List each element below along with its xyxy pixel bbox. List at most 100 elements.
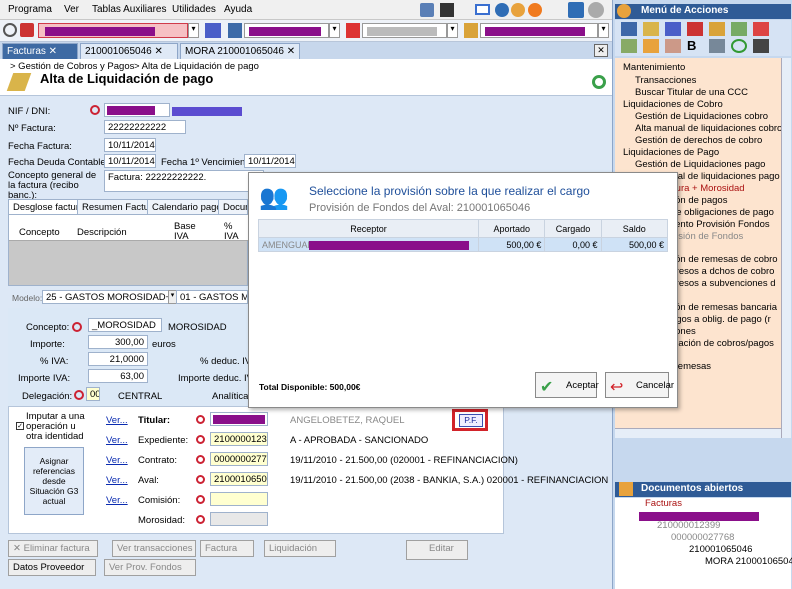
menu-item-mant-provision[interactable]: imiento Provisión Fondos	[663, 219, 770, 230]
menu-group-liquidaciones-cobro[interactable]: Liquidaciones de Cobro	[623, 99, 723, 110]
col-receptor[interactable]: Receptor	[258, 219, 479, 238]
aceptar-button[interactable]: ✔ Aceptar	[535, 372, 599, 398]
importe-input[interactable]: 300,00	[88, 335, 148, 349]
search-icon[interactable]	[196, 455, 205, 464]
star-icon[interactable]	[643, 39, 659, 53]
tree-node-expediente[interactable]: 210000012399	[657, 520, 720, 531]
gear-icon[interactable]	[588, 2, 604, 18]
ver-comision-link[interactable]: Ver...	[106, 495, 128, 506]
menu-item-cargos-oblig[interactable]: cargos a oblig. de pago (r	[663, 314, 771, 325]
eliminar-factura-button[interactable]: ✕ Eliminar factura	[8, 540, 98, 557]
menu-item-buscar-titular[interactable]: Buscar Titular de una CCC	[635, 87, 748, 98]
fecha-deuda-input[interactable]: 10/11/2014	[104, 154, 156, 168]
chevron-down-icon[interactable]: ▾	[329, 23, 340, 38]
person-icon[interactable]	[621, 22, 637, 36]
search-icon[interactable]	[196, 495, 205, 504]
contrato-input[interactable]: 000000027768	[210, 452, 268, 466]
modelo-select[interactable]: 25 - GASTOS MOROSIDAD+F...	[42, 290, 170, 304]
person-icon[interactable]	[20, 23, 34, 37]
tab-facturas[interactable]: Facturas ✕	[2, 43, 78, 59]
fecha-venc-input[interactable]: 10/11/2014	[244, 154, 296, 168]
folder-icon[interactable]	[228, 23, 242, 38]
ver-titular-link[interactable]: Ver...	[106, 415, 128, 426]
settings-icon[interactable]	[621, 39, 637, 53]
search-icon[interactable]	[196, 415, 205, 424]
concepto-general-input[interactable]: Factura: 22222222222.	[104, 170, 264, 192]
menu-ayuda[interactable]: Ayuda	[224, 4, 252, 15]
contract-icon[interactable]	[687, 22, 703, 36]
grid-icon[interactable]	[665, 22, 681, 36]
calendar-icon[interactable]	[731, 22, 747, 36]
ver-transacciones-button[interactable]: Ver transacciones	[112, 540, 196, 557]
ver-contrato-link[interactable]: Ver...	[106, 455, 128, 466]
search-icon[interactable]	[196, 475, 205, 484]
menu-utilidades[interactable]: Utilidades	[172, 4, 216, 15]
menu-item-ingresos-derechos[interactable]: ingresos a dchos de cobro	[663, 266, 774, 277]
nif-input[interactable]	[104, 103, 170, 117]
cancelar-button[interactable]: ↩ Cancelar	[605, 372, 674, 398]
user-icon[interactable]	[495, 3, 509, 17]
asignar-referencias-button[interactable]: Asignar referencias desde Situación G3 a…	[24, 447, 84, 515]
pf-button[interactable]: P.F.	[459, 414, 483, 427]
tree-node-facturas[interactable]: Facturas	[645, 498, 682, 509]
aval-input[interactable]: 210001065046	[210, 472, 268, 486]
menu-item-obligaciones[interactable]: n de obligaciones de pago	[663, 207, 774, 218]
chevron-down-icon[interactable]: ▾	[447, 23, 458, 38]
fecha-factura-input[interactable]: 10/11/2014	[104, 138, 156, 152]
menu-group-liquidaciones-pago[interactable]: Liquidaciones de Pago	[623, 147, 719, 158]
ver-prov-fondos-button[interactable]: Ver Prov. Fondos	[104, 559, 196, 576]
ver-expediente-link[interactable]: Ver...	[106, 435, 128, 446]
expediente-input[interactable]: 210000012399	[210, 432, 268, 446]
menu-item-remesas-bancarias[interactable]: ación de remesas bancaria	[663, 302, 777, 313]
importe-iva-input[interactable]: 63,00	[88, 369, 148, 383]
menu-item-gestion-pago[interactable]: Gestión de Liquidaciones pago	[635, 159, 765, 170]
imputar-checkbox[interactable]: ✓	[16, 422, 24, 430]
graduation-cap-icon[interactable]	[753, 39, 769, 53]
expediente-search-input[interactable]	[244, 23, 329, 38]
grid-icon[interactable]	[205, 23, 221, 38]
person-search-input[interactable]	[38, 23, 188, 38]
menu-item-ingresos-subvenciones[interactable]: ingresos a subvenciones d	[663, 278, 776, 289]
concepto-input[interactable]: _MOROSIDAD	[88, 318, 162, 332]
search-icon[interactable]	[72, 322, 82, 332]
delegacion-code-input[interactable]: 00	[86, 387, 100, 401]
scrollbar[interactable]	[781, 58, 791, 438]
tree-node-contrato[interactable]: 000000027768	[671, 532, 734, 543]
comision-input[interactable]	[210, 492, 268, 506]
col-cargado[interactable]: Cargado	[544, 219, 602, 238]
tab-aval[interactable]: 210001065046 ✕	[80, 43, 178, 59]
box-icon[interactable]	[665, 39, 681, 53]
search-icon[interactable]	[90, 105, 100, 115]
ver-aval-link[interactable]: Ver...	[106, 475, 128, 486]
search-icon[interactable]	[74, 390, 84, 400]
table-row[interactable]: AMENGUAL YONS - PROCURADOR, ANTONIO 500,…	[258, 237, 669, 252]
refresh-icon[interactable]	[568, 2, 584, 18]
search-icon[interactable]	[3, 23, 17, 37]
help-icon[interactable]	[528, 3, 542, 17]
factura-button[interactable]: Factura	[200, 540, 254, 557]
menu-item-derechos-cobro[interactable]: Gestión de derechos de cobro	[635, 135, 762, 146]
chevron-down-icon[interactable]: ▾	[598, 23, 609, 38]
tab-documentos[interactable]: Documen	[218, 199, 248, 214]
menu-item-transacciones[interactable]: Transacciones	[635, 75, 696, 86]
tab-mora[interactable]: MORA 210001065046 ✕	[180, 43, 300, 59]
col-aportado[interactable]: Aportado	[477, 219, 546, 238]
close-icon[interactable]: ✕	[594, 44, 608, 57]
nfactura-input[interactable]: 22222222222	[104, 120, 186, 134]
menu-item-remesas-cobro[interactable]: ación de remesas de cobro	[663, 254, 778, 265]
col-base-iva[interactable]: Base IVA	[174, 222, 198, 242]
table-icon[interactable]	[709, 39, 725, 53]
menu-item-alta-cobro[interactable]: Alta manual de liquidaciones cobro	[635, 123, 782, 134]
titular-input[interactable]	[210, 412, 268, 426]
refresh-icon[interactable]	[592, 75, 606, 89]
menu-group-mantenimiento[interactable]: Mantenimiento	[623, 62, 685, 73]
menu-item-compensacion[interactable]: ensación de cobros/pagos	[663, 338, 774, 349]
modelo-sub-select[interactable]: 01 - GASTOS MOROSI	[176, 290, 248, 304]
menu-item-gestion-cobro[interactable]: Gestión de Liquidaciones cobro	[635, 111, 768, 122]
search-icon[interactable]	[196, 515, 205, 524]
aval-icon[interactable]	[464, 23, 478, 38]
alarm-icon[interactable]	[511, 3, 525, 17]
tree-node-mora[interactable]: MORA 210001065046	[705, 556, 792, 567]
calculator-icon[interactable]	[420, 3, 434, 17]
morosidad-input[interactable]	[210, 512, 268, 526]
